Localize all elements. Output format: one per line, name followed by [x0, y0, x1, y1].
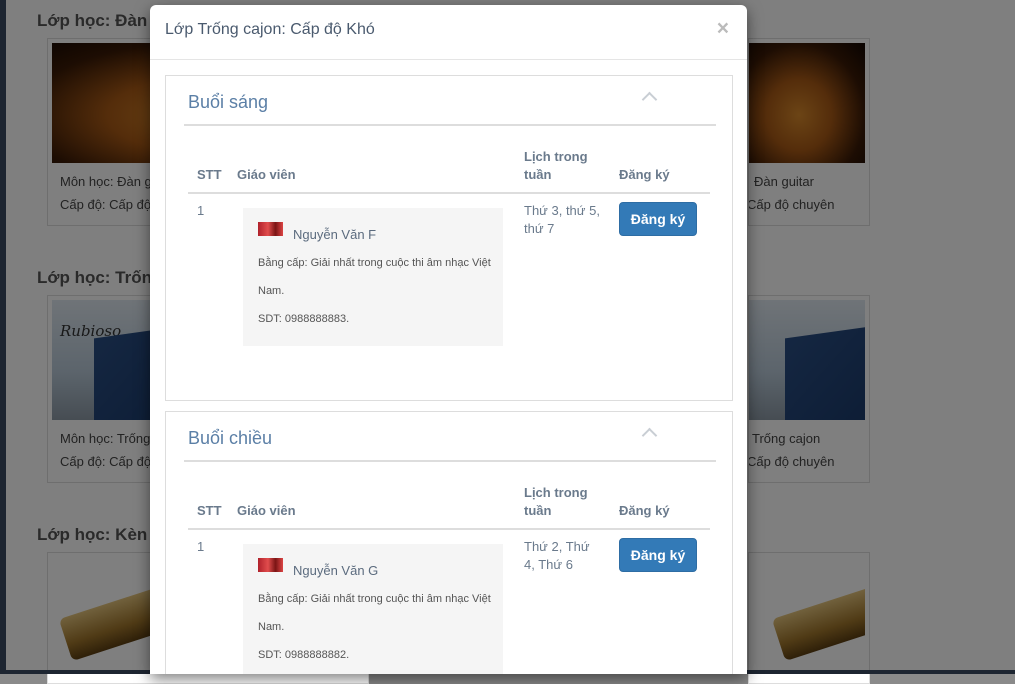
- column-header-schedule: Lịch trong tuần: [524, 149, 588, 182]
- column-header-teacher: Giáo viên: [237, 167, 296, 182]
- modal-header: Lớp Trống cajon: Cấp độ Khó ×: [150, 5, 747, 60]
- teacher-card: Nguyễn Văn G Bằng cấp: Giải nhất trong c…: [243, 544, 503, 674]
- column-header-stt: STT: [197, 167, 222, 182]
- teacher-card: Nguyễn Văn F Bằng cấp: Giải nhất trong c…: [243, 208, 503, 346]
- avatar: [258, 558, 283, 572]
- row-stt: 1: [197, 203, 205, 218]
- teacher-name: Nguyễn Văn G: [293, 563, 379, 578]
- panel-title: Buổi chiều: [188, 428, 273, 448]
- table-header-divider: [188, 528, 710, 530]
- session-panel-afternoon: Buổi chiều STT Giáo viên Lịch trong tuần…: [165, 411, 733, 674]
- row-stt: 1: [197, 539, 205, 554]
- teacher-phone: SDT: 0988888882.: [258, 649, 350, 661]
- column-header-stt: STT: [197, 503, 222, 518]
- panel-heading: Buổi sáng: [184, 76, 716, 126]
- chevron-up-icon[interactable]: [641, 91, 658, 108]
- column-header-register: Đăng ký: [619, 167, 670, 182]
- table-header-divider: [188, 192, 710, 194]
- row-schedule: Thứ 2, Thứ 4, Thứ 6: [524, 539, 590, 572]
- register-button[interactable]: Đăng ký: [619, 538, 697, 572]
- column-header-register: Đăng ký: [619, 503, 670, 518]
- panel-title: Buổi sáng: [188, 92, 269, 112]
- close-icon[interactable]: ×: [717, 18, 729, 39]
- class-schedule-modal: Lớp Trống cajon: Cấp độ Khó × Buổi sáng …: [150, 5, 747, 674]
- teacher-degree: Bằng cấp: Giải nhất trong cuộc thi âm nh…: [258, 593, 491, 633]
- avatar: [258, 222, 283, 236]
- column-header-teacher: Giáo viên: [237, 503, 296, 518]
- teacher-degree: Bằng cấp: Giải nhất trong cuộc thi âm nh…: [258, 257, 491, 297]
- session-panel-morning: Buổi sáng STT Giáo viên Lịch trong tuần …: [165, 75, 733, 401]
- teacher-phone: SDT: 0988888883.: [258, 313, 350, 325]
- modal-title: Lớp Trống cajon: Cấp độ Khó: [165, 21, 375, 38]
- panel-heading: Buổi chiều: [184, 412, 716, 462]
- row-schedule: Thứ 3, thứ 5, thứ 7: [524, 203, 600, 236]
- column-header-schedule: Lịch trong tuần: [524, 485, 588, 518]
- chevron-up-icon[interactable]: [641, 427, 658, 444]
- teacher-name: Nguyễn Văn F: [293, 227, 377, 242]
- register-button[interactable]: Đăng ký: [619, 202, 697, 236]
